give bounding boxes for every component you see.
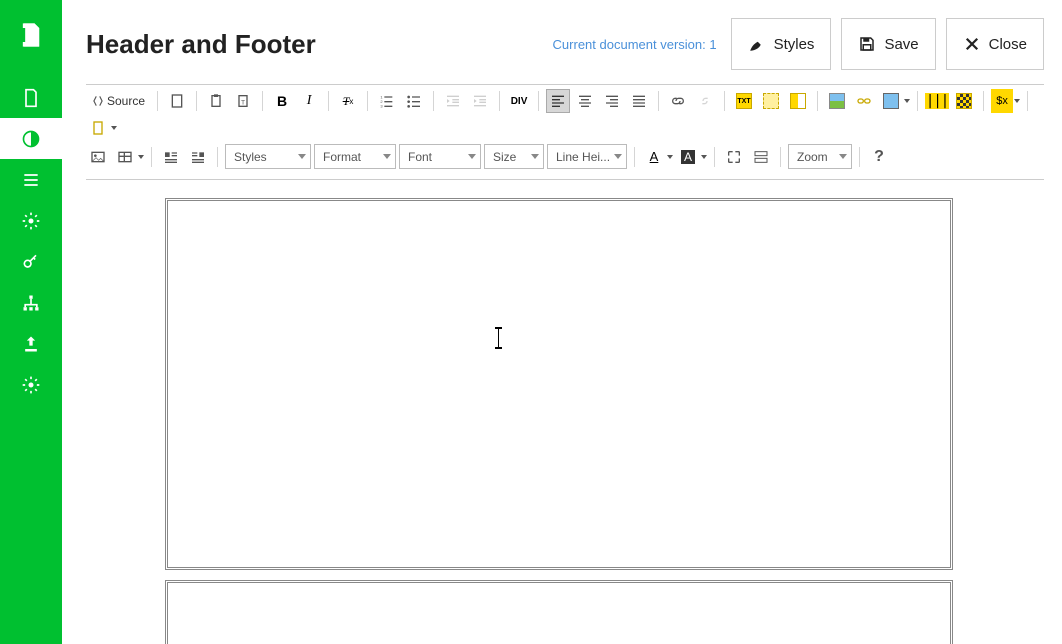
paste-text-button[interactable]: T bbox=[231, 89, 255, 113]
table-dropdown[interactable] bbox=[113, 145, 144, 169]
link-icon bbox=[670, 93, 686, 109]
align-left-icon bbox=[550, 93, 566, 109]
zoom-combo[interactable]: Zoom bbox=[788, 144, 852, 169]
align-justify-button[interactable] bbox=[627, 89, 651, 113]
align-left-button[interactable] bbox=[546, 89, 570, 113]
blocks-icon bbox=[753, 149, 769, 165]
floatl-icon bbox=[163, 149, 179, 165]
blocks-button[interactable] bbox=[749, 145, 773, 169]
font-combo[interactable]: Font bbox=[399, 144, 481, 169]
floatr-icon bbox=[190, 149, 206, 165]
barcode-button[interactable]: ||| bbox=[925, 89, 949, 113]
align-justify-icon bbox=[631, 93, 647, 109]
ul-icon bbox=[406, 93, 422, 109]
footer-page[interactable] bbox=[165, 580, 953, 644]
sidebar-item-settings2[interactable] bbox=[0, 364, 62, 405]
remove-format-button[interactable]: Tx bbox=[336, 89, 360, 113]
close-button[interactable]: Close bbox=[946, 18, 1044, 70]
align-right-icon bbox=[604, 93, 620, 109]
italic-button[interactable]: I bbox=[297, 89, 321, 113]
field-half-button[interactable] bbox=[786, 89, 810, 113]
sidebar-item-page[interactable] bbox=[0, 77, 62, 118]
toolbar-row-1: Source T B I Tx 123 DIV bbox=[86, 89, 1044, 140]
header-page[interactable] bbox=[165, 198, 953, 570]
unlink-icon bbox=[697, 93, 713, 109]
sidebar-item-sitemap[interactable] bbox=[0, 282, 62, 323]
main: Header and Footer Current document versi… bbox=[62, 0, 1062, 644]
paste-icon bbox=[208, 93, 224, 109]
sidebar-item-settings[interactable] bbox=[0, 200, 62, 241]
size-combo[interactable]: Size bbox=[484, 144, 544, 169]
text-cursor bbox=[498, 329, 499, 347]
header-actions: Current document version: 1 Styles Save … bbox=[553, 18, 1044, 70]
page-title: Header and Footer bbox=[86, 29, 316, 60]
sidebar bbox=[0, 0, 62, 644]
header-row: Header and Footer Current document versi… bbox=[86, 18, 1044, 70]
numbered-list-button[interactable]: 123 bbox=[375, 89, 399, 113]
chain-icon bbox=[856, 93, 872, 109]
sidebar-item-key[interactable] bbox=[0, 241, 62, 282]
image-dropdown[interactable] bbox=[879, 89, 910, 113]
divider-2 bbox=[86, 179, 1044, 180]
format-combo[interactable]: Format bbox=[314, 144, 396, 169]
textcolor-dropdown[interactable]: A bbox=[642, 145, 673, 169]
help-button[interactable]: ? bbox=[867, 148, 891, 166]
div-button[interactable]: DIV bbox=[507, 89, 531, 113]
bold-button[interactable]: B bbox=[270, 89, 294, 113]
field-dashed-button[interactable] bbox=[759, 89, 783, 113]
paste-button[interactable] bbox=[204, 89, 228, 113]
version-link[interactable]: Current document version: 1 bbox=[553, 37, 717, 52]
image-button[interactable] bbox=[825, 89, 849, 113]
indent-button[interactable] bbox=[468, 89, 492, 113]
picture-icon bbox=[90, 149, 106, 165]
sidebar-item-list[interactable] bbox=[0, 159, 62, 200]
outdent-button[interactable] bbox=[441, 89, 465, 113]
link-button[interactable] bbox=[666, 89, 690, 113]
svg-text:T: T bbox=[241, 99, 245, 106]
newpage-button[interactable] bbox=[165, 89, 189, 113]
sidebar-item-contrast[interactable] bbox=[0, 118, 62, 159]
lineheight-combo[interactable]: Line Hei... bbox=[547, 144, 627, 169]
variable-dropdown[interactable]: $x bbox=[991, 89, 1020, 113]
bullet-list-button[interactable] bbox=[402, 89, 426, 113]
hyperlink-button[interactable] bbox=[852, 89, 876, 113]
save-icon bbox=[858, 35, 876, 53]
close-icon bbox=[963, 35, 981, 53]
outdent-icon bbox=[445, 93, 461, 109]
indent-icon bbox=[472, 93, 488, 109]
align-center-icon bbox=[577, 93, 593, 109]
toolbar-row-2: Styles Format Font Size Line Hei... A A … bbox=[86, 144, 1044, 169]
maximize-icon bbox=[726, 149, 742, 165]
sidebar-logo[interactable] bbox=[0, 14, 62, 55]
bgcolor-dropdown[interactable]: A bbox=[676, 145, 707, 169]
source-icon bbox=[91, 94, 105, 108]
insert-image-button[interactable] bbox=[86, 145, 110, 169]
maximize-button[interactable] bbox=[722, 145, 746, 169]
page-dropdown[interactable] bbox=[86, 116, 117, 140]
unlink-button[interactable] bbox=[693, 89, 717, 113]
align-right-button[interactable] bbox=[600, 89, 624, 113]
styles-combo[interactable]: Styles bbox=[225, 144, 311, 169]
styles-button[interactable]: Styles bbox=[731, 18, 832, 70]
table-icon bbox=[117, 149, 133, 165]
ol-icon: 123 bbox=[379, 93, 395, 109]
align-center-button[interactable] bbox=[573, 89, 597, 113]
save-button[interactable]: Save bbox=[841, 18, 935, 70]
page-icon bbox=[90, 120, 106, 136]
pen-icon bbox=[748, 35, 766, 53]
sidebar-item-upload[interactable] bbox=[0, 323, 62, 364]
qrcode-button[interactable] bbox=[952, 89, 976, 113]
source-button[interactable]: Source bbox=[86, 89, 150, 113]
field-text-button[interactable]: TXT bbox=[732, 89, 756, 113]
float-right-button[interactable] bbox=[186, 145, 210, 169]
divider bbox=[86, 84, 1044, 85]
newpage-icon bbox=[169, 93, 185, 109]
paste-text-icon: T bbox=[235, 93, 251, 109]
svg-text:3: 3 bbox=[380, 104, 383, 109]
float-left-button[interactable] bbox=[159, 145, 183, 169]
editor-area[interactable] bbox=[86, 190, 1044, 644]
